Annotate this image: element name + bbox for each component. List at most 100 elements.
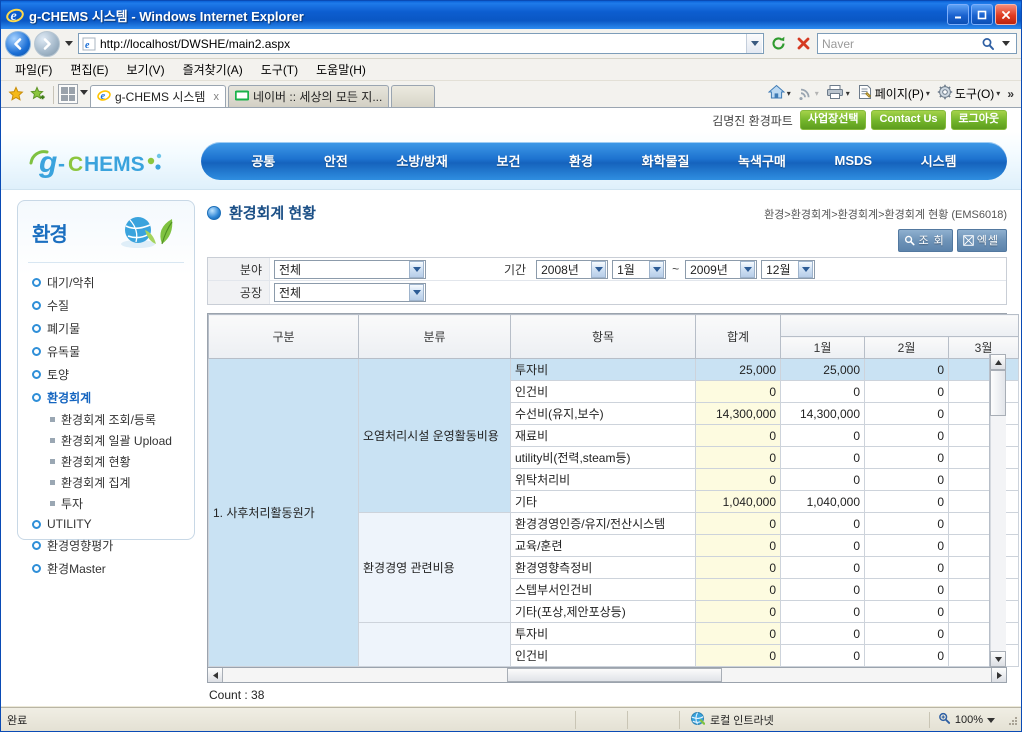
maximize-button[interactable]: [971, 4, 993, 25]
tab-gchems[interactable]: e g-CHEMS 시스템 x: [90, 85, 226, 107]
period-from-month-select[interactable]: 1월: [612, 259, 667, 279]
nav-item-chemicals[interactable]: 화학물질: [642, 151, 690, 170]
quick-tabs-icon[interactable]: [58, 84, 78, 104]
history-dropdown-button[interactable]: [63, 34, 75, 54]
resize-grip-icon[interactable]: [1005, 713, 1019, 727]
address-dropdown-icon[interactable]: [746, 34, 762, 53]
plant-select[interactable]: 전체: [274, 283, 426, 302]
period-to-month-select[interactable]: 12월: [761, 259, 816, 279]
nav-item-system[interactable]: 시스템: [921, 151, 957, 170]
vertical-scroll-track[interactable]: [990, 416, 1006, 651]
nav-item-common[interactable]: 공통: [251, 151, 275, 170]
new-tab-button[interactable]: [391, 85, 436, 107]
menu-file[interactable]: 파일(F): [7, 59, 60, 80]
print-dropdown-icon[interactable]: ▾: [846, 89, 850, 98]
column-header-division[interactable]: 구분: [208, 314, 359, 359]
minimize-button[interactable]: [947, 4, 969, 25]
period-to-year-select[interactable]: 2009년: [685, 259, 758, 279]
home-dropdown-icon[interactable]: ▾: [787, 89, 791, 98]
menu-edit[interactable]: 편집(E): [62, 59, 116, 80]
grid-horizontal-scrollbar[interactable]: [207, 668, 1007, 683]
vertical-scroll-thumb[interactable]: [990, 370, 1006, 416]
sidebar-item-air-odor[interactable]: 대기/악취: [32, 271, 194, 294]
favorites-center-icon[interactable]: [5, 83, 27, 105]
select-site-button[interactable]: 사업장선택: [799, 110, 867, 130]
sidebar-item-label: 대기/악취: [47, 276, 95, 290]
cell-month-3: [948, 600, 1019, 623]
status-segment-2: [628, 710, 680, 729]
forward-button[interactable]: [34, 30, 60, 57]
security-zone[interactable]: 로컬 인트라넷: [680, 711, 929, 729]
search-icon[interactable]: [979, 34, 997, 53]
address-field[interactable]: e http://localhost/DWSHE/main2.aspx: [78, 33, 764, 54]
tab-list-dropdown-icon[interactable]: [78, 82, 90, 102]
search-provider-dropdown-icon[interactable]: [997, 34, 1015, 53]
tab-naver[interactable]: 네이버 :: 세상의 모든 지...: [227, 85, 390, 107]
scroll-right-button[interactable]: [991, 668, 1006, 682]
feeds-dropdown-icon[interactable]: ▾: [815, 89, 819, 98]
scroll-up-button[interactable]: [990, 354, 1006, 370]
search-box[interactable]: Naver: [817, 33, 1017, 54]
nav-item-environment[interactable]: 환경: [569, 151, 593, 170]
horizontal-scroll-track[interactable]: [223, 668, 991, 682]
add-to-favorites-icon[interactable]: [27, 83, 49, 105]
column-header-month-2[interactable]: 2월: [864, 336, 949, 359]
column-header-month-3[interactable]: 3월: [948, 336, 1019, 359]
sidebar-item-env-accounting[interactable]: 환경회계: [32, 386, 194, 409]
menu-view[interactable]: 보기(V): [118, 59, 172, 80]
scroll-left-button[interactable]: [208, 668, 223, 682]
zoom-dropdown-icon[interactable]: [987, 714, 995, 726]
column-header-item[interactable]: 항목: [510, 314, 696, 359]
sidebar-subitem-investment[interactable]: 투자: [32, 493, 194, 514]
horizontal-scroll-thumb[interactable]: [507, 668, 723, 682]
print-button[interactable]: ▾: [823, 82, 853, 105]
page-menu-button[interactable]: 페이지(P) ▾: [854, 82, 933, 105]
sidebar-item-soil[interactable]: 토양: [32, 363, 194, 386]
column-header-total[interactable]: 합계: [695, 314, 781, 359]
sidebar-item-env-impact-assessment[interactable]: 환경영향평가: [32, 534, 194, 557]
menu-tools[interactable]: 도구(T): [253, 59, 306, 80]
sidebar-item-utility[interactable]: UTILITY: [32, 514, 194, 534]
scroll-down-button[interactable]: [990, 651, 1006, 667]
nav-item-green-purchase[interactable]: 녹색구매: [738, 151, 786, 170]
tools-menu-button[interactable]: 도구(O) ▾: [934, 82, 1003, 105]
sidebar-item-toxic[interactable]: 유독물: [32, 340, 194, 363]
site-logo[interactable]: g - C HEMS: [1, 141, 201, 181]
field-select[interactable]: 전체: [274, 259, 426, 279]
tools-dropdown-icon[interactable]: ▾: [996, 89, 1000, 98]
back-button[interactable]: [5, 30, 31, 57]
close-button[interactable]: [995, 4, 1017, 25]
home-button[interactable]: ▾: [765, 82, 794, 105]
refresh-button[interactable]: [767, 33, 789, 55]
nav-item-fire[interactable]: 소방/방재: [396, 151, 447, 170]
sidebar-item-env-master[interactable]: 환경Master: [32, 557, 194, 580]
column-header-month-1[interactable]: 1월: [780, 336, 865, 359]
menu-favorites[interactable]: 즐겨찾기(A): [175, 59, 251, 80]
sidebar-item-waste[interactable]: 폐기물: [32, 317, 194, 340]
search-button[interactable]: 조 회: [898, 229, 953, 252]
tab-close-icon[interactable]: x: [213, 91, 219, 103]
sidebar-subitem-status[interactable]: 환경회계 현황: [32, 451, 194, 472]
excel-export-button[interactable]: 엑셀: [956, 229, 1007, 252]
logout-button[interactable]: 로그아웃: [950, 110, 1007, 130]
sidebar-item-water-quality[interactable]: 수질: [32, 294, 194, 317]
sidebar-subitem-batch-upload[interactable]: 환경회계 일괄 Upload: [32, 430, 194, 451]
page-dropdown-icon[interactable]: ▾: [926, 89, 930, 98]
sidebar-subitem-aggregation[interactable]: 환경회계 집계: [32, 472, 194, 493]
contact-us-button[interactable]: Contact Us: [871, 110, 946, 130]
search-input[interactable]: Naver: [822, 37, 979, 51]
nav-item-health[interactable]: 보건: [496, 151, 520, 170]
grid-vertical-scrollbar[interactable]: [989, 354, 1006, 667]
toolbar-overflow-icon[interactable]: »: [1004, 87, 1017, 101]
nav-item-safety[interactable]: 안전: [324, 151, 348, 170]
table-row[interactable]: 1. 사후처리활동원가 오염처리시설 운영활동비용 투자비 25,000 25,…: [208, 358, 1019, 667]
period-from-year-select[interactable]: 2008년: [536, 259, 609, 279]
stop-button[interactable]: [792, 33, 814, 55]
cell-month-3: [948, 644, 1019, 667]
column-header-classification[interactable]: 분류: [358, 314, 511, 359]
feeds-button[interactable]: ▾: [795, 83, 822, 105]
menu-help[interactable]: 도움말(H): [308, 59, 374, 80]
nav-item-msds[interactable]: MSDS: [835, 153, 873, 168]
sidebar-subitem-inquiry-register[interactable]: 환경회계 조회/등록: [32, 409, 194, 430]
zoom-control[interactable]: 100%: [928, 711, 1003, 728]
